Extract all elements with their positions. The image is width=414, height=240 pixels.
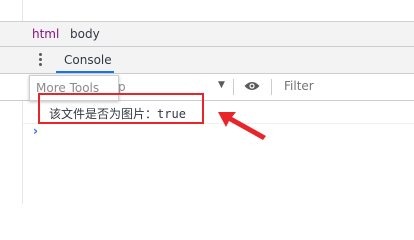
breadcrumb-item-html[interactable]: html: [32, 27, 59, 41]
toolbar-divider: [271, 79, 272, 95]
highlight-box: [38, 93, 204, 124]
tab-console[interactable]: Console: [56, 47, 114, 73]
prompt-chevron-icon[interactable]: ›: [33, 124, 38, 138]
kebab-menu-icon[interactable]: [39, 52, 43, 68]
filter-input[interactable]: [278, 76, 414, 96]
red-arrow-icon: [218, 112, 266, 140]
toolbar-divider: [233, 79, 234, 95]
tab-console-label: Console: [64, 53, 112, 67]
drawer-tab-bar: Console: [0, 47, 414, 74]
breadcrumb: html body: [0, 21, 414, 47]
eye-icon[interactable]: [244, 81, 260, 91]
top-area: [0, 0, 414, 21]
context-selector-text[interactable]: p: [118, 80, 126, 94]
breadcrumb-item-body[interactable]: body: [70, 27, 100, 41]
dropdown-arrow-icon[interactable]: ▼: [218, 80, 225, 90]
